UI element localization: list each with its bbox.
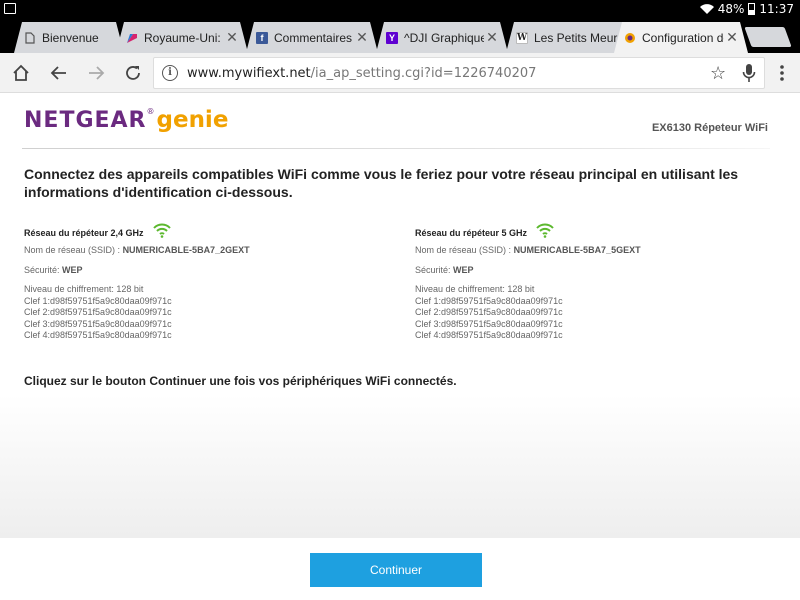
url-host: www.mywifiext.net [187,66,311,81]
tab-les-petits-meurtres[interactable]: W Les Petits Meur [506,22,630,53]
yahoo-icon: Y [386,32,398,44]
battery-icon [748,3,756,15]
security-row: Sécurité: WEP [24,265,83,275]
page-footer: Continuer [0,538,800,600]
wifi-signal-icon [536,223,554,238]
info-icon[interactable]: i [162,65,178,81]
netgear-genie-logo: NETGEAR®genie [24,107,229,133]
battery-percent: 48% [717,2,745,16]
close-tab-icon[interactable]: ✕ [354,30,370,46]
wep-key-2: Clef 2:d98f59751f5a9c80daa09f971c [24,307,172,317]
security-value: WEP [453,265,474,275]
tab-strip: Bienvenue Royaume-Uni: gu ✕ f Commentair… [0,18,800,53]
network-24ghz: Réseau du répéteur 2,4 GHz Nom de réseau… [24,222,364,342]
screenshot-icon [4,3,16,14]
facebook-icon: f [256,32,268,44]
network-title: Réseau du répéteur 5 GHz [415,228,528,238]
security-value: WEP [62,265,83,275]
url-path: /ia_ap_setting.cgi?id=1226740207 [310,66,537,81]
wep-key-3: Clef 3:d98f59751f5a9c80daa09f971c [24,318,172,329]
device-name: EX6130 Répeteur WiFi [651,122,768,134]
new-tab-button[interactable] [744,27,792,47]
clock: 11:37 [759,2,794,16]
network-5ghz: Réseau du répéteur 5 GHz Nom de réseau (… [415,222,755,342]
encryption-level: Niveau de chiffrement: 128 bit [24,284,144,294]
page-content: NETGEAR®genie EX6130 Répeteur WiFi Conne… [0,94,800,538]
header-divider [22,148,770,149]
url-text[interactable]: www.mywifiext.net/ia_ap_setting.cgi?id=1… [187,66,536,81]
tab-title: Commentaires [274,30,353,45]
close-tab-icon[interactable]: ✕ [484,30,500,46]
ssid-row: Nom de réseau (SSID) : NUMERICABLE-5BA7_… [24,245,250,255]
tab-title: Les Petits Meur [534,30,618,45]
close-tab-icon[interactable]: ✕ [724,30,740,46]
browser-toolbar: i www.mywifiext.net/ia_ap_setting.cgi?id… [0,53,800,93]
wifi-signal-icon [153,223,171,238]
wep-key-1: Clef 1:d98f59751f5a9c80daa09f971c [24,295,172,306]
close-tab-icon[interactable]: ✕ [224,30,240,46]
status-bar: 48% 11:37 [0,0,800,18]
wep-key-1: Clef 1:d98f59751f5a9c80daa09f971c [415,295,563,306]
tab-bienvenue[interactable]: Bienvenue [14,22,124,53]
tab-dji-graphique[interactable]: Y ^DJI Graphique c ✕ [376,22,508,53]
page-icon [24,32,36,44]
encryption-level: Niveau de chiffrement: 128 bit [415,284,535,294]
intro-text: Connectez des appareils compatibles WiFi… [24,166,739,200]
wep-key-3: Clef 3:d98f59751f5a9c80daa09f971c [415,318,563,329]
microphone-icon[interactable] [737,61,761,85]
wifi-icon [699,4,714,14]
back-icon[interactable] [47,61,71,85]
ssid-row: Nom de réseau (SSID) : NUMERICABLE-5BA7_… [415,245,641,255]
tab-configuration[interactable]: Configuration de ✕ [614,22,748,53]
forward-icon[interactable] [84,61,108,85]
ssid-value: NUMERICABLE-5BA7_2GEXT [122,245,250,255]
wep-key-4: Clef 4:d98f59751f5a9c80daa09f971c [415,330,563,340]
wep-key-2: Clef 2:d98f59751f5a9c80daa09f971c [415,307,563,317]
bookmark-star-icon[interactable]: ☆ [710,63,726,84]
tab-title: Bienvenue [42,30,99,45]
tab-royaume-uni[interactable]: Royaume-Uni: gu ✕ [116,22,248,53]
tab-commentaires[interactable]: f Commentaires ✕ [246,22,378,53]
tab-title: Royaume-Uni: gu [144,30,221,45]
reload-icon[interactable] [121,61,145,85]
security-row: Sécurité: WEP [415,265,474,275]
network-title: Réseau du répéteur 2,4 GHz [24,228,144,238]
home-icon[interactable] [9,61,33,85]
netgear-icon [624,32,636,44]
key-list: Niveau de chiffrement: 128 bit Clef 1:d9… [24,284,364,342]
arrow-logo-icon [126,32,138,44]
tab-title: Configuration de [642,30,724,45]
menu-dots-icon[interactable] [770,61,794,85]
wep-key-4: Clef 4:d98f59751f5a9c80daa09f971c [24,330,172,340]
wikipedia-icon: W [516,32,528,43]
key-list: Niveau de chiffrement: 128 bit Clef 1:d9… [415,284,755,342]
continue-button[interactable]: Continuer [310,553,482,587]
address-bar[interactable]: i www.mywifiext.net/ia_ap_setting.cgi?id… [153,57,765,89]
ssid-value: NUMERICABLE-5BA7_5GEXT [513,245,641,255]
tab-title: ^DJI Graphique c [404,30,484,45]
outro-text: Cliquez sur le bouton Continuer une fois… [24,374,457,388]
